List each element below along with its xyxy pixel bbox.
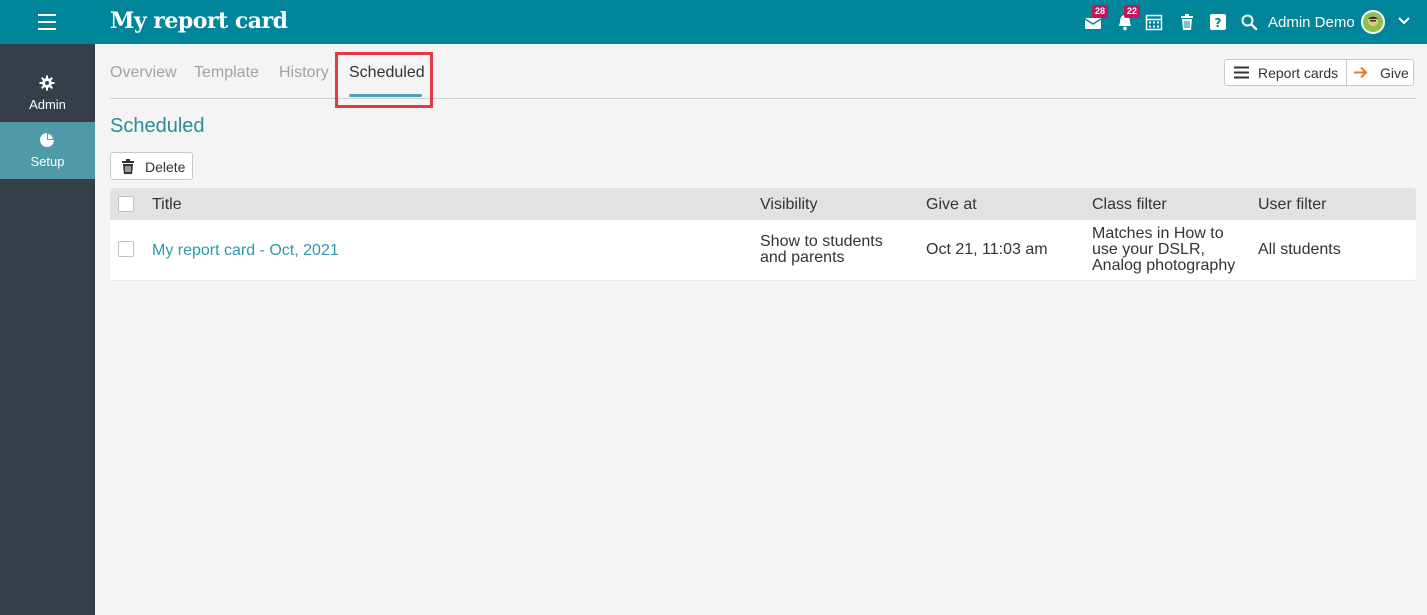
sidebar: Admin Setup: [0, 44, 95, 615]
report-cards-label: Report cards: [1258, 65, 1339, 81]
user-name[interactable]: Admin Demo: [1268, 14, 1355, 31]
calendar-icon[interactable]: [1145, 13, 1163, 31]
visibility-line: Show to students: [760, 233, 883, 250]
give-button[interactable]: Give: [1346, 60, 1413, 85]
sidebar-item-setup[interactable]: Setup: [0, 122, 95, 179]
table-header: Title Visibility Give at Class filter Us…: [110, 188, 1416, 220]
actions-button-group: Report cards Give: [1224, 59, 1414, 86]
trash-icon: [121, 159, 135, 179]
notifications-icon[interactable]: 22: [1116, 5, 1141, 31]
visibility-cell: Show to students and parents: [760, 234, 883, 266]
tab-history[interactable]: History: [279, 64, 329, 82]
column-header-class-filter[interactable]: Class filter: [1092, 196, 1167, 214]
tab-scheduled[interactable]: Scheduled: [349, 64, 425, 82]
column-header-visibility[interactable]: Visibility: [760, 196, 818, 214]
messages-badge: 28: [1092, 5, 1109, 18]
section-title: Scheduled: [110, 115, 205, 137]
search-icon[interactable]: [1240, 13, 1258, 31]
chevron-down-icon[interactable]: [1397, 14, 1411, 28]
notifications-badge: 22: [1124, 5, 1141, 18]
column-header-give-at[interactable]: Give at: [926, 196, 977, 214]
select-all-checkbox[interactable]: [118, 196, 134, 212]
class-filter-cell: Matches in How to use your DSLR, Analog …: [1092, 226, 1235, 274]
avatar[interactable]: [1361, 10, 1385, 34]
visibility-line: and parents: [760, 249, 845, 266]
gear-icon: [39, 75, 55, 91]
sidebar-item-label: Admin: [29, 97, 66, 112]
tab-template[interactable]: Template: [194, 64, 259, 82]
messages-icon[interactable]: 28: [1084, 5, 1109, 31]
tab-overview[interactable]: Overview: [110, 64, 177, 82]
delete-button[interactable]: Delete: [110, 152, 193, 180]
delete-label: Delete: [145, 159, 186, 175]
class-filter-line: Analog photography: [1092, 257, 1236, 274]
tab-bar: Overview Template History Scheduled: [110, 44, 1416, 99]
column-header-title[interactable]: Title: [152, 196, 182, 214]
pie-chart-icon: [39, 132, 55, 148]
class-filter-line: use your DSLR,: [1092, 241, 1205, 258]
sidebar-item-label: Setup: [30, 154, 65, 169]
page-title: My report card: [110, 8, 288, 34]
top-bar: My report card 28 22 ? Admin Demo: [0, 0, 1427, 44]
arrow-right-icon: [1354, 66, 1369, 82]
give-at-cell: Oct 21, 11:03 am: [926, 241, 1048, 258]
trash-icon[interactable]: [1178, 13, 1196, 31]
menu-icon[interactable]: [38, 14, 56, 30]
table-row: My report card - Oct, 2021 Show to stude…: [110, 220, 1416, 281]
column-header-user-filter[interactable]: User filter: [1258, 196, 1326, 214]
give-label: Give: [1380, 65, 1409, 81]
user-filter-cell: All students: [1258, 241, 1341, 258]
svg-text:?: ?: [1215, 16, 1222, 30]
active-tab-indicator: [349, 94, 422, 97]
list-icon: [1234, 66, 1249, 82]
report-title-link[interactable]: My report card - Oct, 2021: [152, 243, 339, 259]
row-checkbox[interactable]: [118, 241, 134, 257]
class-filter-line: Matches in How to: [1092, 225, 1224, 242]
sidebar-item-admin[interactable]: Admin: [0, 65, 95, 122]
report-cards-button[interactable]: Report cards: [1225, 60, 1347, 85]
help-icon[interactable]: ?: [1209, 13, 1227, 31]
